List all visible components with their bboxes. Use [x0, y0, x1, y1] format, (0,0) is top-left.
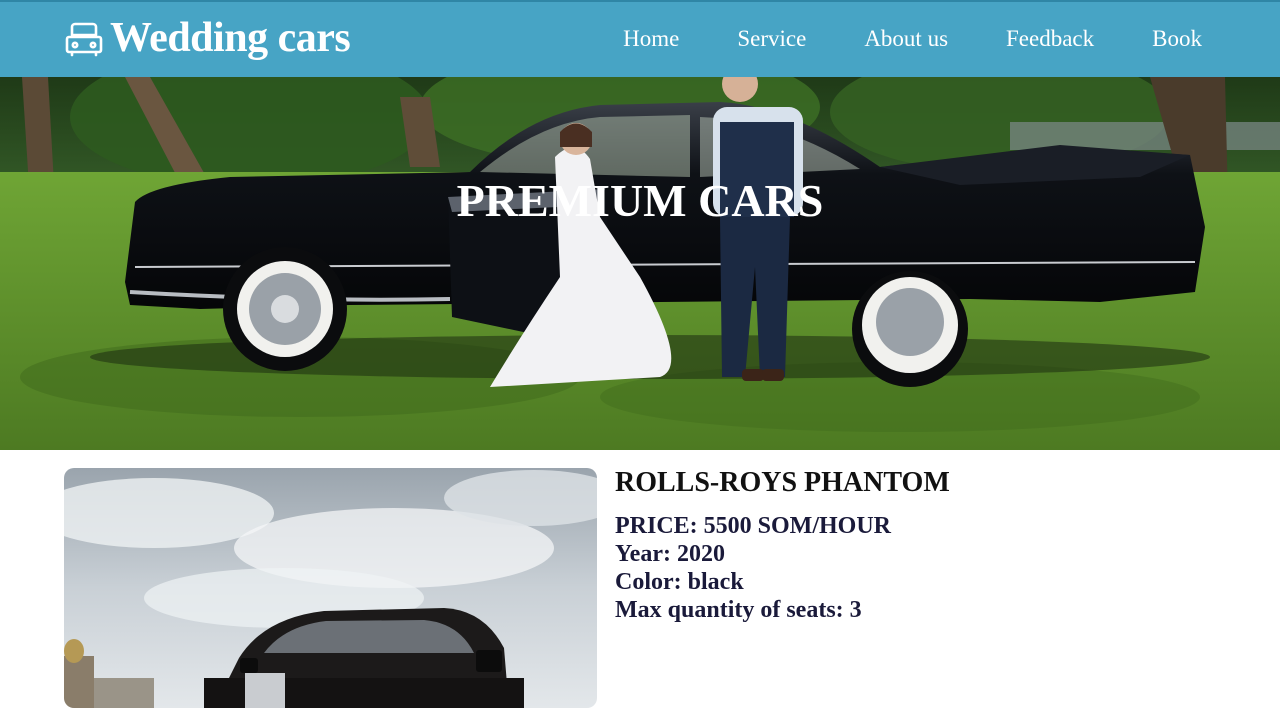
car-name: ROLLS-ROYS PHANTOM [615, 467, 950, 498]
nav-about-us[interactable]: About us [864, 22, 948, 56]
nav-feedback[interactable]: Feedback [1006, 22, 1094, 56]
nav-book[interactable]: Book [1152, 22, 1202, 56]
top-navbar: Wedding cars Home Service About us Feedb… [0, 0, 1280, 77]
nav-service[interactable]: Service [737, 22, 806, 56]
car-price: PRICE: 5500 SOM/HOUR [615, 513, 891, 539]
car-info: ROLLS-ROYS PHANTOM PRICE: 5500 SOM/HOUR … [615, 466, 950, 624]
car-icon [65, 22, 103, 57]
car-year: Year: 2020 [615, 541, 725, 567]
brand-name: Wedding cars [110, 15, 351, 61]
car-color: Color: black [615, 569, 744, 595]
hero-banner: PREMIUM CARS [0, 77, 1280, 450]
car-photo [64, 468, 597, 708]
hero-wedding-car-image [0, 77, 1280, 450]
brand-logo-link[interactable]: Wedding cars [64, 15, 351, 61]
main-nav: Home Service About us Feedback Book [623, 22, 1202, 56]
nav-home[interactable]: Home [623, 22, 679, 56]
car-seats: Max quantity of seats: 3 [615, 597, 862, 623]
rolls-royce-image [64, 468, 597, 708]
hero-title: PREMIUM CARS [456, 174, 824, 226]
car-card: ROLLS-ROYS PHANTOM PRICE: 5500 SOM/HOUR … [0, 450, 1280, 708]
